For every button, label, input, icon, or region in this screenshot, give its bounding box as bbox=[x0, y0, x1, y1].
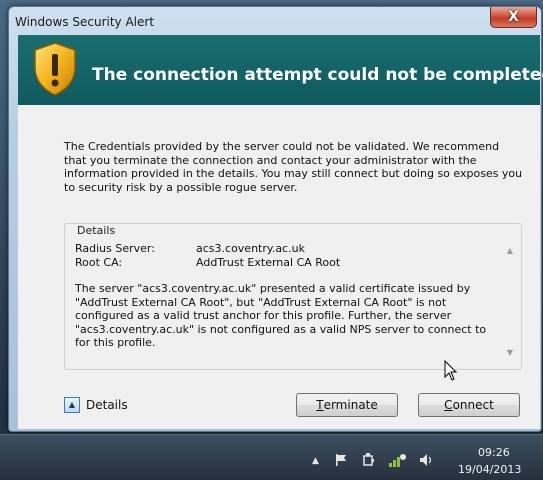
close-button[interactable]: X bbox=[490, 7, 537, 28]
radius-server-label: Radius Server: bbox=[75, 242, 155, 255]
close-icon: X bbox=[508, 9, 519, 25]
scroll-down-arrow-icon[interactable]: ▼ bbox=[505, 348, 515, 357]
alert-banner: The connection attempt could not be comp… bbox=[18, 35, 543, 105]
mouse-pointer-icon bbox=[444, 360, 458, 381]
details-toggle-label[interactable]: Details bbox=[86, 398, 128, 412]
details-toggle-button[interactable]: ▲ bbox=[64, 397, 80, 413]
action-center-flag-icon[interactable] bbox=[334, 452, 348, 468]
terminate-label: erminate bbox=[323, 398, 378, 412]
clock-time[interactable]: 09:26 bbox=[478, 446, 510, 459]
details-panel: Details Radius Server: acs3.coventry.ac.… bbox=[64, 223, 522, 370]
show-hidden-icons-icon[interactable]: ▲ bbox=[312, 456, 319, 472]
volume-icon[interactable] bbox=[418, 452, 434, 468]
power-icon[interactable] bbox=[362, 452, 376, 468]
root-ca-label: Root CA: bbox=[75, 256, 123, 269]
details-legend: Details bbox=[75, 224, 118, 237]
connect-label: onnect bbox=[452, 398, 494, 412]
details-text: The server "acs3.coventry.ac.uk" present… bbox=[75, 282, 487, 349]
network-icon[interactable] bbox=[388, 452, 406, 468]
dialog-content: The Credentials provided by the server c… bbox=[18, 105, 540, 429]
security-alert-dialog: Windows Security Alert X The connection … bbox=[8, 6, 543, 432]
scroll-up-arrow-icon[interactable]: ▲ bbox=[505, 246, 515, 255]
terminate-accesskey: T bbox=[316, 398, 324, 412]
radius-server-value: acs3.coventry.ac.uk bbox=[196, 242, 305, 255]
connect-button[interactable]: Connect bbox=[418, 393, 520, 417]
alert-message: The Credentials provided by the server c… bbox=[64, 140, 523, 194]
window-title: Windows Security Alert bbox=[15, 15, 155, 29]
title-bar[interactable]: Windows Security Alert X bbox=[9, 7, 541, 35]
root-ca-value: AddTrust External CA Root bbox=[196, 256, 341, 269]
alert-headline: The connection attempt could not be comp… bbox=[92, 65, 543, 85]
collapse-chevron-icon: ▲ bbox=[68, 400, 76, 409]
security-shield-icon bbox=[34, 42, 76, 96]
terminate-button[interactable]: Terminate bbox=[296, 393, 398, 417]
clock-date[interactable]: 19/04/2013 bbox=[458, 463, 521, 476]
connect-accesskey: C bbox=[444, 398, 453, 412]
